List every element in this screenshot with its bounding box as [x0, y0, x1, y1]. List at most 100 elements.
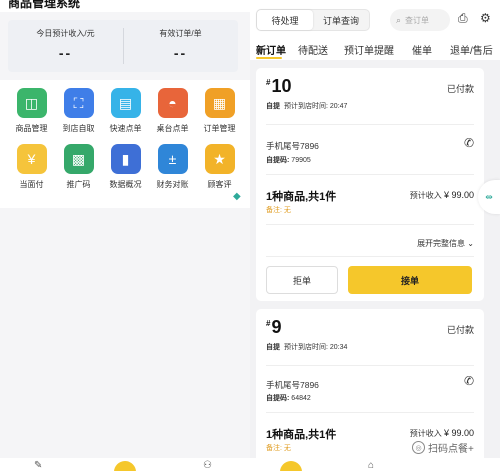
- chevron-down-icon: ⌄: [467, 239, 474, 248]
- orders-topbar: 待处理 订单查询 ⌕ ⎙ ⚙: [250, 0, 500, 38]
- order-pickup-time: 自提 预计到店时间: 20:34: [266, 344, 348, 351]
- feature-label: 快速点单: [109, 124, 142, 133]
- left-bottom-nav: ✎ ⚇: [0, 458, 250, 471]
- feature-qr-code[interactable]: ▩ 推广码: [55, 144, 102, 190]
- feature-grid-card: ◫ 商品管理 ⛶ 到店自取 ▤ 快速点单 ◓ 桌台点单 ▦ 订单管理 ¥ 当面付 ▩ 推广码 ▮ 数据概况 ± 财…: [0, 80, 250, 208]
- phone-icon[interactable]: ✆: [464, 374, 474, 388]
- tab-new-orders[interactable]: 新订单: [256, 42, 286, 57]
- segment-pending[interactable]: 待处理: [257, 10, 313, 30]
- pickup-code: 自提码: 79905: [266, 157, 311, 164]
- expected-income: 预计收入 ¥ 99.00: [409, 190, 474, 200]
- order-number: #10: [266, 76, 292, 96]
- tab-to-deliver[interactable]: 待配送: [298, 42, 328, 57]
- stat-income[interactable]: 今日预计收入/元 --: [8, 20, 123, 72]
- segment-order-query[interactable]: 订单查询: [313, 10, 369, 30]
- tab-urge[interactable]: 催单: [412, 42, 432, 57]
- order-number: #9: [266, 317, 282, 337]
- stat-orders-label: 有效订单/单: [159, 29, 202, 38]
- feature-label: 商品管理: [15, 124, 48, 133]
- stat-income-value: --: [58, 45, 73, 61]
- expand-details-link[interactable]: 展开完整信息 ⌄: [417, 238, 474, 249]
- feature-basket[interactable]: ▤ 快速点单: [102, 88, 149, 134]
- stat-orders-value: --: [173, 45, 188, 61]
- divider: [266, 174, 474, 175]
- expected-income: 预计收入 ¥ 99.00: [409, 428, 474, 438]
- feature-label: 桌台点单: [156, 124, 189, 133]
- calculator-icon: ±: [157, 144, 188, 174]
- stat-income-label: 今日预计收入/元: [36, 29, 95, 38]
- feature-yen-coin[interactable]: ¥ 当面付: [8, 144, 55, 190]
- feature-grid: ◫ 商品管理 ⛶ 到店自取 ▤ 快速点单 ◓ 桌台点单 ▦ 订单管理 ¥ 当面付 ▩ 推广码 ▮ 数据概况 ± 财…: [8, 88, 244, 190]
- search-input[interactable]: [405, 15, 444, 25]
- feature-label: 财务对账: [156, 180, 189, 189]
- goods-summary: 1种商品,共1件: [266, 429, 337, 441]
- printer-off-icon[interactable]: ⎙: [458, 11, 468, 26]
- divider: [266, 365, 474, 366]
- qr-code-icon: ▩: [63, 144, 94, 174]
- feature-calculator[interactable]: ± 财务对账: [149, 144, 196, 190]
- active-tab-indicator: [256, 57, 282, 59]
- search-box[interactable]: ⌕: [390, 9, 450, 31]
- search-icon: ⌕: [396, 14, 402, 25]
- order-status: 已付款: [446, 84, 474, 94]
- watermark: ◎ 扫码点餐+: [412, 440, 474, 455]
- wechat-logo-icon: ◎: [412, 441, 425, 454]
- segment-control: 待处理 订单查询: [256, 9, 370, 31]
- stats-card: 今日预计收入/元 -- 有效订单/单 --: [8, 20, 238, 72]
- divider: [266, 124, 474, 125]
- order-pickup-time: 自提 预计到店时间: 20:47: [266, 103, 348, 110]
- feature-label: 顾客评: [207, 180, 232, 189]
- customer-phone: 手机尾号7896: [266, 141, 319, 151]
- divider: [266, 412, 474, 413]
- bar-chart-icon: ▮: [110, 144, 141, 174]
- feature-label: 数据概况: [109, 180, 142, 189]
- dashboard-title: 商品管理系统: [8, 0, 81, 10]
- phone-icon[interactable]: ✆: [464, 136, 474, 150]
- tab-refund[interactable]: 退单/售后: [450, 42, 493, 57]
- order-note: 备注: 无: [266, 207, 291, 214]
- divider: [266, 224, 474, 225]
- gear-icon[interactable]: ⚙: [480, 11, 491, 25]
- shop-icon[interactable]: ⌂: [368, 460, 374, 471]
- right-bottom-nav: ⌂: [250, 458, 500, 471]
- feature-scan[interactable]: ⛶ 到店自取: [55, 88, 102, 134]
- order-tabs: 新订单 待配送 预订单提醒 催单 退单/售后: [250, 38, 500, 60]
- divider: [266, 256, 474, 257]
- order-note: 备注: 无: [266, 445, 291, 452]
- order-status: 已付款: [446, 325, 474, 335]
- tab-preorder-reminder[interactable]: 预订单提醒: [344, 42, 394, 57]
- order-card: #10 已付款 自提 预计到店时间: 20:47 手机尾号7896 ✆ 自提码: …: [256, 68, 484, 301]
- dish-cover-icon: ◓: [157, 88, 188, 118]
- dashboard-header: 商品管理系统: [0, 0, 250, 12]
- feature-label: 当面付: [19, 180, 44, 189]
- home-nav-button[interactable]: [280, 461, 302, 471]
- orders-panel: 待处理 订单查询 ⌕ ⎙ ⚙ 新订单 待配送 预订单提醒 催单 退单/售后 #1…: [250, 0, 500, 471]
- feature-bar-chart[interactable]: ▮ 数据概况: [102, 144, 149, 190]
- dashboard-panel: 商品管理系统 今日预计收入/元 -- 有效订单/单 -- ◫ 商品管理 ⛶ 到店自取 ▤…: [0, 0, 250, 471]
- yen-coin-icon: ¥: [16, 144, 47, 174]
- profile-icon[interactable]: ⚇: [203, 460, 212, 471]
- home-nav-button[interactable]: [114, 461, 136, 471]
- feature-order-box[interactable]: ▦ 订单管理: [196, 88, 243, 134]
- stat-orders[interactable]: 有效订单/单 --: [123, 20, 238, 72]
- customer-phone: 手机尾号7896: [266, 380, 319, 390]
- feature-label: 推广码: [66, 180, 91, 189]
- order-box-icon: ▦: [204, 88, 235, 118]
- accept-order-button[interactable]: 接单: [348, 266, 472, 294]
- edit-icon[interactable]: ✎: [34, 460, 42, 471]
- pickup-code: 自提码: 64842: [266, 395, 311, 402]
- feature-star[interactable]: ★ 顾客评: [196, 144, 243, 190]
- watermark-text: 扫码点餐+: [428, 444, 474, 455]
- feature-label: 订单管理: [203, 124, 236, 133]
- drag-handle-icon[interactable]: ◆: [233, 191, 241, 202]
- goods-summary: 1种商品,共1件: [266, 191, 337, 203]
- feature-dish-cover[interactable]: ◓ 桌台点单: [149, 88, 196, 134]
- scan-icon: ⛶: [63, 88, 94, 118]
- app-screen: 商品管理系统 今日预计收入/元 -- 有效订单/单 -- ◫ 商品管理 ⛶ 到店自取 ▤…: [0, 0, 500, 471]
- feature-label: 到店自取: [62, 124, 95, 133]
- shopping-bag-icon: ◫: [16, 88, 47, 118]
- star-icon: ★: [204, 144, 235, 174]
- feature-shopping-bag[interactable]: ◫ 商品管理: [8, 88, 55, 134]
- basket-icon: ▤: [110, 88, 141, 118]
- reject-order-button[interactable]: 拒单: [266, 266, 338, 294]
